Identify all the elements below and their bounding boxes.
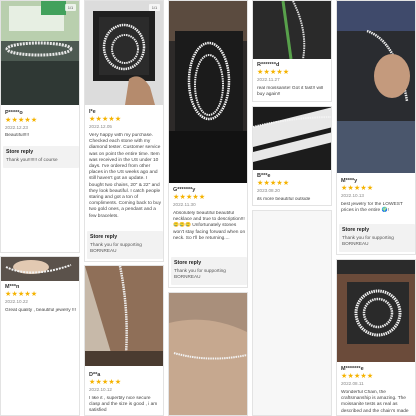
store-reply: Store reply Thank you for supporting BOR… [339, 224, 415, 252]
review-photo-image [169, 1, 247, 183]
review-photo-image [337, 1, 415, 173]
review-photo-image [253, 1, 331, 59]
store-reply: Store reply Thank you for supporting BOR… [171, 257, 247, 285]
review-card[interactable] [252, 210, 332, 416]
review-card[interactable]: M***n ★★★★★ 2022.10.22 Great quality , b… [0, 256, 80, 416]
review-photo-image [337, 260, 415, 362]
star-rating: ★★★★★ [341, 373, 374, 380]
image-count-badge: 1/1 [65, 4, 76, 11]
review-date: 2022.11.27 [257, 77, 280, 82]
review-date: 2022.10.22 [5, 299, 28, 304]
star-rating: ★★★★★ [89, 116, 122, 123]
review-photo[interactable] [253, 211, 331, 415]
store-reply-title: Store reply [6, 149, 34, 155]
review-photo[interactable] [169, 293, 247, 415]
star-rating: ★★★★★ [257, 69, 290, 76]
review-date: 2022.10.12 [89, 387, 112, 392]
store-reply-text: Thank you for supporting BORNREAU [342, 235, 394, 246]
review-photo[interactable] [85, 266, 163, 366]
review-photo-image [85, 1, 163, 105]
review-photo[interactable] [253, 1, 331, 59]
review-gallery: 1/1 P*****o ★★★★★ 2022.12.23 Beautiful!!… [0, 0, 416, 416]
review-date: 2022.12.05 [89, 124, 112, 129]
review-photo-image [169, 293, 247, 415]
review-date: 2022.12.23 [5, 125, 28, 130]
review-photo[interactable] [337, 260, 415, 362]
review-card[interactable]: G*******y ★★★★★ 2022.11.30 Absolutely be… [168, 0, 248, 288]
review-photo-image [85, 266, 163, 366]
review-text: Absolutely beautiful beautiful necklace … [173, 211, 246, 241]
review-date: 2022.11.30 [173, 202, 196, 207]
store-reply: Store reply Thank you!!!!!!! of course [3, 146, 79, 168]
review-photo[interactable]: 1/1 [85, 1, 163, 105]
review-date: 2022.10.13 [341, 193, 364, 198]
store-reply-title: Store reply [90, 234, 118, 240]
store-reply-title: Store reply [174, 260, 202, 266]
review-date: 2023.08.20 [257, 188, 280, 193]
store-reply-text: Thank you for supporting BORNREAU [174, 268, 226, 279]
review-card[interactable]: R*******d ★★★★★ 2022.11.27 real moissani… [252, 0, 332, 102]
review-card[interactable]: 1/1 I*e ★★★★★ 2022.12.05 Very happy with… [84, 0, 164, 262]
review-text: best jewelry for the LOWEST prices in th… [341, 202, 403, 214]
review-photo[interactable]: 1/1 [1, 1, 79, 105]
review-card[interactable]: B***e ★★★★★ 2023.08.20 its more beautifu… [252, 106, 332, 206]
review-photo[interactable] [253, 107, 331, 170]
review-photo-image [253, 211, 331, 415]
review-date: 2022.08.11 [341, 381, 364, 386]
review-photo[interactable] [1, 257, 79, 281]
review-photo[interactable] [169, 1, 247, 183]
review-photo[interactable] [337, 1, 415, 173]
review-text: real moissanite! Got it fast!! will buy … [257, 86, 324, 98]
review-text: Very happy with my purchase. Checked eac… [89, 133, 161, 219]
store-reply-text: Thank you for supporting BORNREAU [90, 242, 142, 253]
review-card[interactable]: M****y ★★★★★ 2022.10.13 best jewelry for… [336, 0, 416, 255]
store-reply: Store reply Thank you for supporting BOR… [87, 231, 163, 259]
star-rating: ★★★★★ [5, 291, 38, 298]
review-text: Wonderful Chain, the craftsmanship is am… [341, 390, 409, 414]
review-photo-image [1, 257, 79, 281]
star-rating: ★★★★★ [89, 379, 122, 386]
review-card[interactable]: 1/1 P*****o ★★★★★ 2022.12.23 Beautiful!!… [0, 0, 80, 253]
review-card[interactable]: M*******e ★★★★★ 2022.08.11 Wonderful Cha… [336, 259, 416, 416]
review-text: I like it , superbly nice secure clasp a… [89, 396, 158, 414]
review-card[interactable] [168, 292, 248, 416]
star-rating: ★★★★★ [5, 117, 38, 124]
review-card[interactable]: D**a ★★★★★ 2022.10.12 I like it , superb… [84, 265, 164, 416]
star-rating: ★★★★★ [257, 180, 290, 187]
star-rating: ★★★★★ [173, 194, 206, 201]
store-reply-text: Thank you!!!!!!! of course [6, 157, 58, 162]
review-photo-image [253, 107, 331, 170]
review-photo-image [1, 1, 79, 105]
review-text: its more beautiful outside [257, 197, 311, 202]
review-text: Great quality , beautiful jewelry !!! [5, 308, 76, 313]
image-count-badge: 1/1 [149, 4, 160, 11]
store-reply-title: Store reply [342, 227, 370, 233]
review-text: Beautiful!!!! [5, 133, 29, 138]
star-rating: ★★★★★ [341, 185, 374, 192]
